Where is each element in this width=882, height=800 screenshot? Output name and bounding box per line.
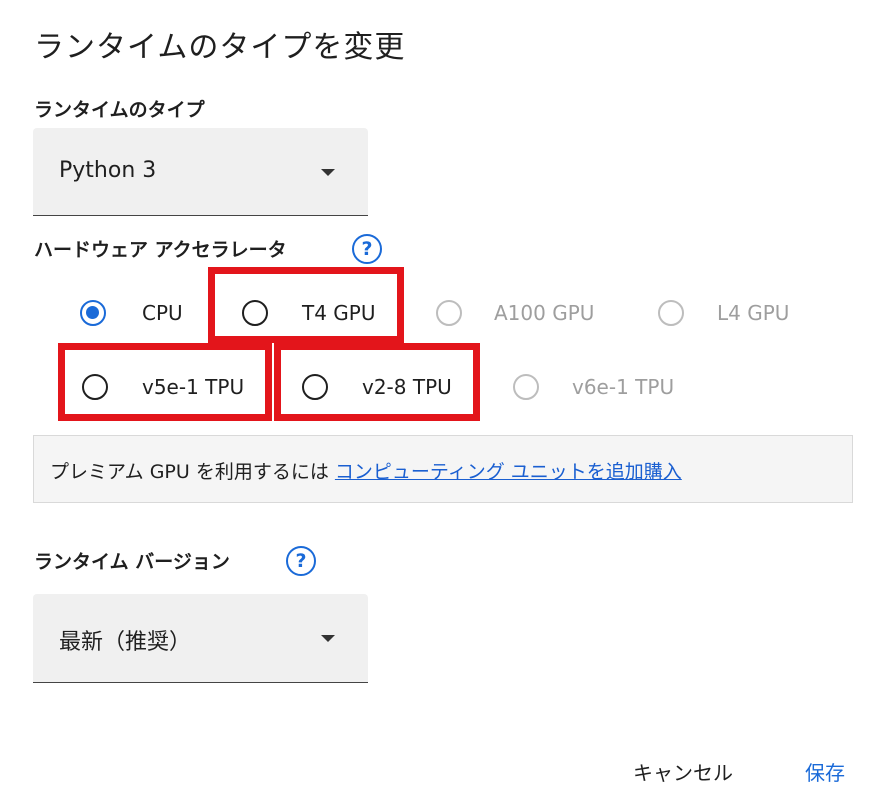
radio-disabled-icon: [436, 300, 462, 326]
radio-option-v2-8-tpu[interactable]: v2-8 TPU: [302, 367, 452, 407]
radio-disabled-icon: [513, 374, 539, 400]
radio-option-l4-gpu: L4 GPU: [658, 293, 789, 333]
runtime-type-value: Python 3: [59, 158, 157, 183]
radio-label-v6e-1-tpu: v6e-1 TPU: [572, 375, 675, 399]
radio-option-a100-gpu: A100 GPU: [436, 293, 594, 333]
radio-option-t4-gpu[interactable]: T4 GPU: [242, 293, 376, 333]
radio-label-v2-8-tpu: v2-8 TPU: [362, 375, 452, 399]
accelerator-label: ハードウェア アクセラレータ: [34, 239, 287, 261]
notice-text: プレミアム GPU を利用するには: [50, 461, 335, 483]
dialog-title: ランタイムのタイプを変更: [34, 30, 406, 65]
question-circle-icon[interactable]: ?: [352, 234, 382, 264]
save-button[interactable]: 保存: [805, 757, 845, 786]
runtime-version-select[interactable]: 最新（推奨）: [33, 594, 368, 683]
chevron-down-icon: [321, 169, 335, 176]
runtime-version-value: 最新（推奨）: [59, 630, 192, 655]
radio-label-a100-gpu: A100 GPU: [494, 301, 595, 325]
radio-option-cpu[interactable]: CPU: [80, 293, 183, 333]
radio-unchecked-icon: [302, 374, 328, 400]
radio-label-t4-gpu: T4 GPU: [302, 301, 376, 325]
question-circle-icon[interactable]: ?: [286, 546, 316, 576]
radio-label-v5e-1-tpu: v5e-1 TPU: [142, 375, 245, 399]
radio-disabled-icon: [658, 300, 684, 326]
radio-unchecked-icon: [82, 374, 108, 400]
radio-label-l4-gpu: L4 GPU: [717, 301, 790, 325]
premium-gpu-notice: プレミアム GPU を利用するには コンピューティング ユニットを追加購入: [33, 435, 853, 503]
runtime-type-select[interactable]: Python 3: [33, 128, 368, 216]
purchase-compute-units-link[interactable]: コンピューティング ユニットを追加購入: [335, 461, 682, 483]
radio-label-cpu: CPU: [142, 301, 183, 325]
chevron-down-icon: [321, 635, 335, 642]
runtime-type-label: ランタイムのタイプ: [34, 99, 205, 121]
radio-checked-icon: [80, 300, 106, 326]
runtime-version-label: ランタイム バージョン: [34, 551, 230, 573]
cancel-button[interactable]: キャンセル: [633, 757, 733, 786]
radio-unchecked-icon: [242, 300, 268, 326]
radio-option-v5e-1-tpu[interactable]: v5e-1 TPU: [82, 367, 244, 407]
radio-option-v6e-1-tpu: v6e-1 TPU: [513, 367, 674, 407]
